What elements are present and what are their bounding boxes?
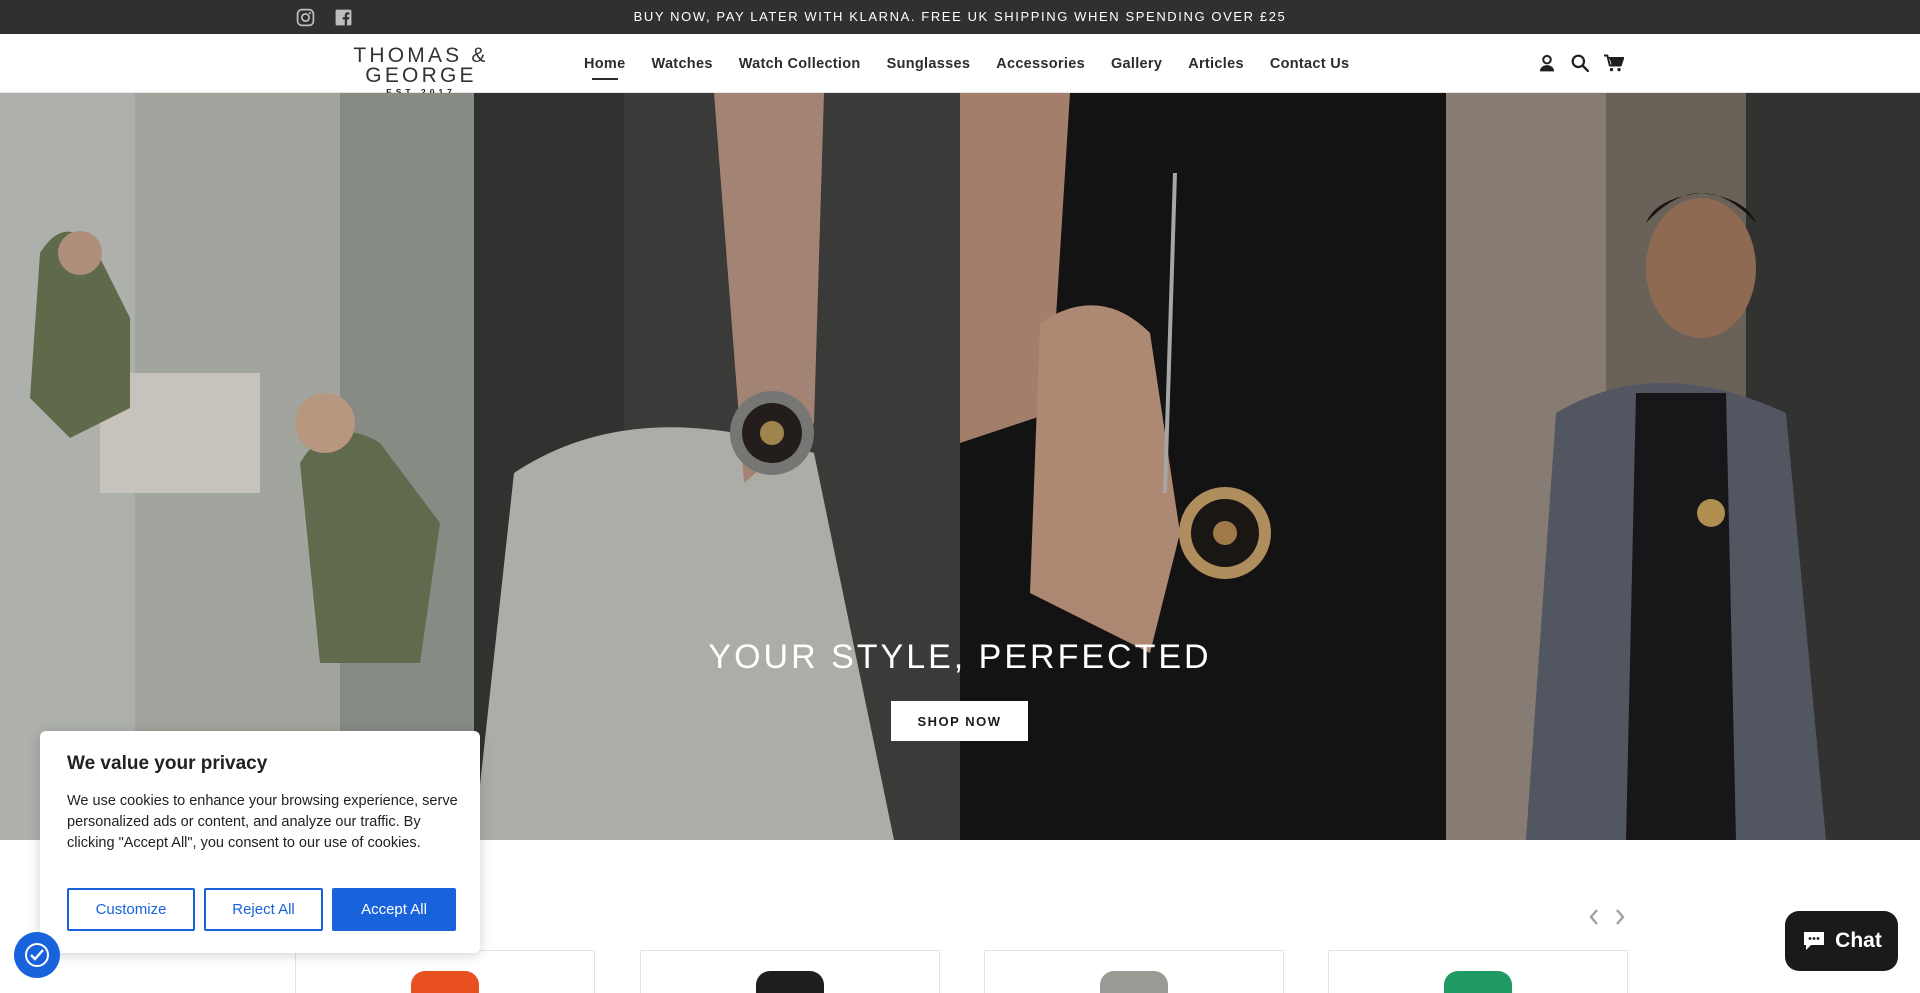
product-card[interactable] bbox=[295, 950, 595, 993]
nav-accessories[interactable]: Accessories bbox=[996, 56, 1085, 72]
accept-all-button[interactable]: Accept All bbox=[332, 888, 456, 931]
consent-preferences-button[interactable] bbox=[14, 932, 60, 978]
cart-icon[interactable] bbox=[1602, 51, 1626, 75]
product-thumbnail bbox=[1100, 971, 1168, 993]
cookie-consent-banner: We value your privacy We use cookies to … bbox=[40, 731, 480, 953]
chevron-right-icon[interactable] bbox=[1612, 908, 1628, 928]
nav-sunglasses[interactable]: Sunglasses bbox=[887, 56, 971, 72]
search-icon[interactable] bbox=[1568, 51, 1592, 75]
cookie-body: We use cookies to enhance your browsing … bbox=[67, 793, 458, 851]
announcement-text: BUY NOW, PAY LATER WITH KLARNA. FREE UK … bbox=[633, 9, 1287, 24]
site-logo[interactable]: THOMAS & GEORGE EST 2017 bbox=[295, 44, 547, 97]
announcement-bar: BUY NOW, PAY LATER WITH KLARNA. FREE UK … bbox=[0, 0, 1920, 34]
shop-now-button[interactable]: SHOP NOW bbox=[891, 701, 1028, 741]
account-icon[interactable] bbox=[1535, 51, 1559, 75]
customize-button[interactable]: Customize bbox=[67, 888, 195, 931]
hero-title: YOUR STYLE, PERFECTED bbox=[708, 638, 1212, 676]
product-thumbnail bbox=[411, 971, 479, 993]
product-thumbnail bbox=[756, 971, 824, 993]
cookie-buttons: Customize Reject All Accept All bbox=[67, 888, 456, 931]
chevron-left-icon[interactable] bbox=[1586, 908, 1602, 928]
product-thumbnail bbox=[1444, 971, 1512, 993]
nav-watches[interactable]: Watches bbox=[652, 56, 713, 72]
nav-home[interactable]: Home bbox=[584, 56, 626, 80]
hero-banner: YOUR STYLE, PERFECTED SHOP NOW bbox=[0, 93, 1920, 840]
product-card[interactable] bbox=[640, 950, 940, 993]
nav-gallery[interactable]: Gallery bbox=[1111, 56, 1162, 72]
logo-brand: THOMAS & GEORGE bbox=[353, 44, 489, 87]
nav-articles[interactable]: Articles bbox=[1188, 56, 1244, 72]
chat-button[interactable]: Chat bbox=[1785, 911, 1898, 971]
cookie-title: We value your privacy bbox=[67, 753, 268, 774]
product-card[interactable] bbox=[1328, 950, 1628, 993]
instagram-icon[interactable] bbox=[295, 7, 315, 27]
cookie-check-icon bbox=[25, 943, 49, 967]
chat-label: Chat bbox=[1835, 929, 1882, 952]
nav-contact-us[interactable]: Contact Us bbox=[1270, 56, 1350, 72]
site-header: THOMAS & GEORGE EST 2017 Home Watches Wa… bbox=[0, 34, 1920, 97]
facebook-icon[interactable] bbox=[333, 7, 353, 27]
reject-all-button[interactable]: Reject All bbox=[204, 888, 323, 931]
nav-watch-collection[interactable]: Watch Collection bbox=[739, 56, 861, 72]
main-nav: Home Watches Watch Collection Sunglasses… bbox=[584, 34, 1375, 93]
chat-bubble-icon bbox=[1804, 932, 1825, 950]
product-card[interactable] bbox=[984, 950, 1284, 993]
